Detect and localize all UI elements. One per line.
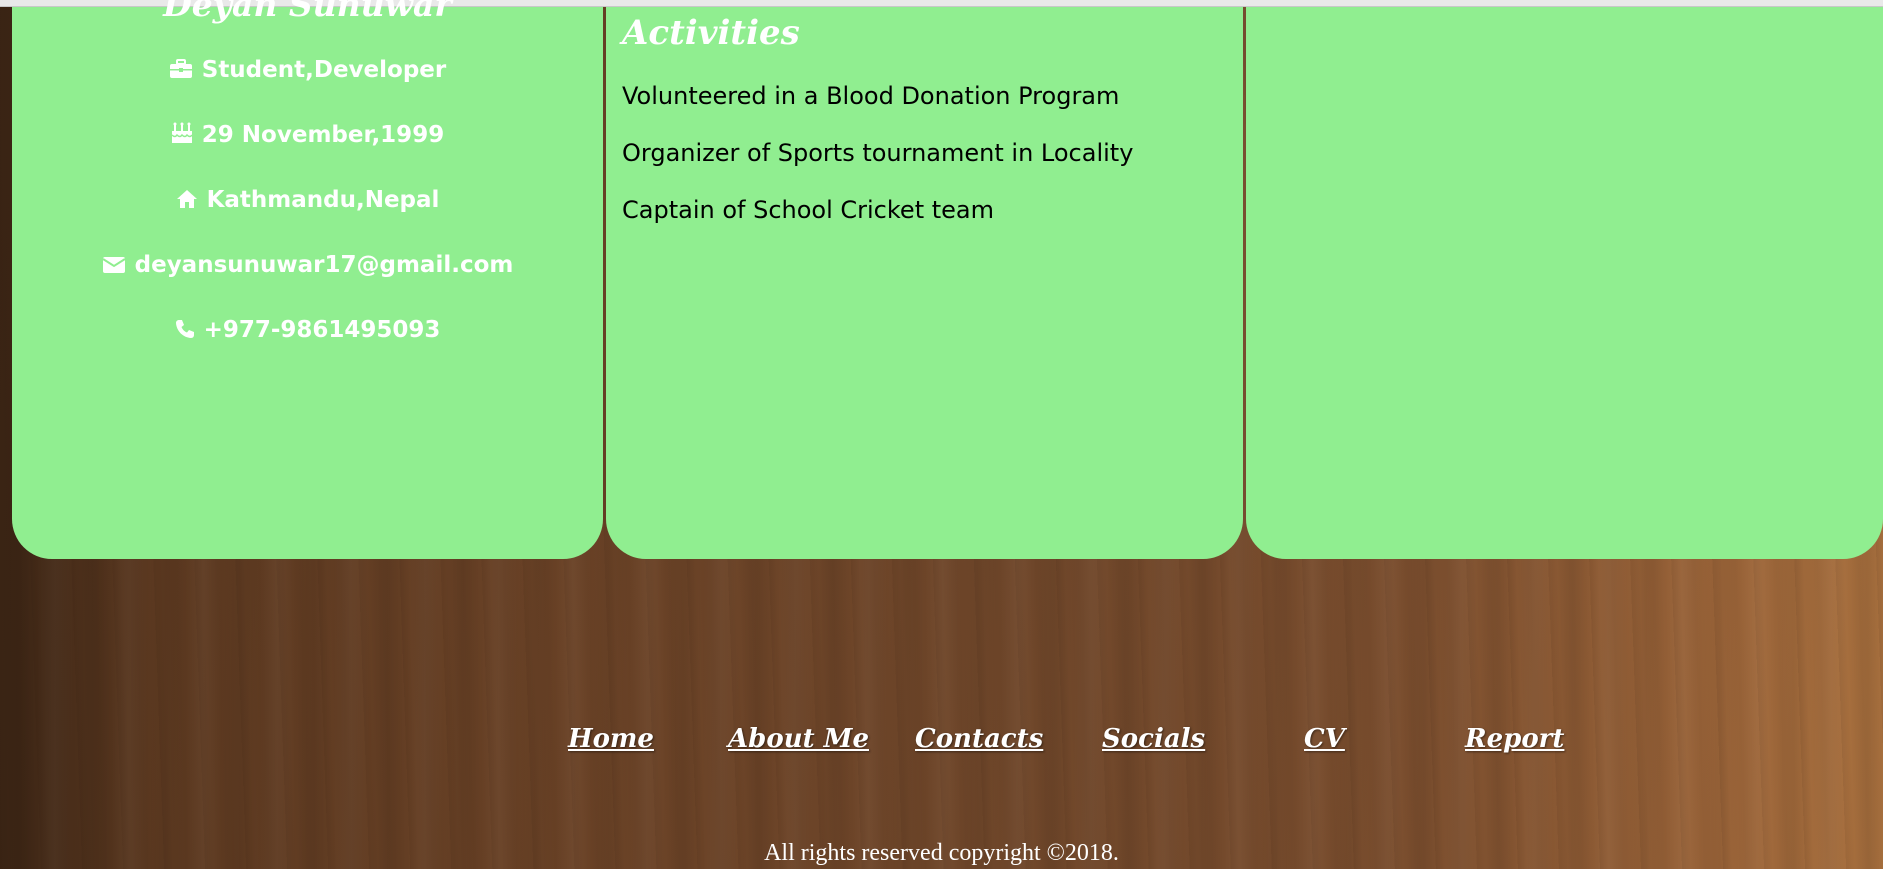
profile-birthday: 29 November,1999 [201, 122, 445, 148]
envelope-icon [102, 257, 126, 273]
nav-link-home[interactable]: Home [568, 717, 654, 761]
birthday-cake-icon [171, 122, 193, 143]
profile-name: Deyan Sunuwar [163, 0, 452, 24]
profile-email-row: deyansunuwar17@gmail.com [12, 250, 603, 280]
activity-item: Volunteered in a Blood Donation Program [622, 82, 1120, 110]
activity-item: Organizer of Sports tournament in Locali… [622, 139, 1134, 167]
profile-card: Deyan Sunuwar Student,Developer 29 Novem… [12, 0, 603, 559]
activity-item: Captain of School Cricket team [622, 196, 994, 224]
nav-link-report[interactable]: Report [1465, 717, 1564, 761]
profile-address-row: Kathmandu,Nepal [12, 185, 603, 215]
copyright-text: All rights reserved copyright ©2018. [764, 840, 1119, 866]
nav-link-about-me[interactable]: About Me [728, 717, 869, 761]
profile-role-row: Student,Developer [12, 55, 603, 85]
nav-link-contacts[interactable]: Contacts [915, 717, 1043, 761]
profile-address: Kathmandu,Nepal [206, 187, 440, 213]
phone-icon [175, 320, 194, 338]
home-icon [176, 190, 197, 208]
profile-phone-row: +977-9861495093 [12, 315, 603, 345]
footer-nav: Home About Me Contacts Socials CV Report [0, 717, 1883, 761]
profile-email: deyansunuwar17@gmail.com [134, 252, 514, 278]
nav-link-cv[interactable]: CV [1304, 717, 1345, 761]
profile-phone: +977-9861495093 [203, 317, 441, 343]
nav-link-socials[interactable]: Socials [1102, 717, 1205, 761]
activities-card: Activities Volunteered in a Blood Donati… [606, 7, 1243, 559]
empty-card [1246, 7, 1883, 559]
profile-role: Student,Developer [201, 57, 447, 83]
profile-birthday-row: 29 November,1999 [12, 120, 603, 150]
activities-title: Activities [622, 13, 800, 53]
briefcase-icon [169, 59, 192, 78]
